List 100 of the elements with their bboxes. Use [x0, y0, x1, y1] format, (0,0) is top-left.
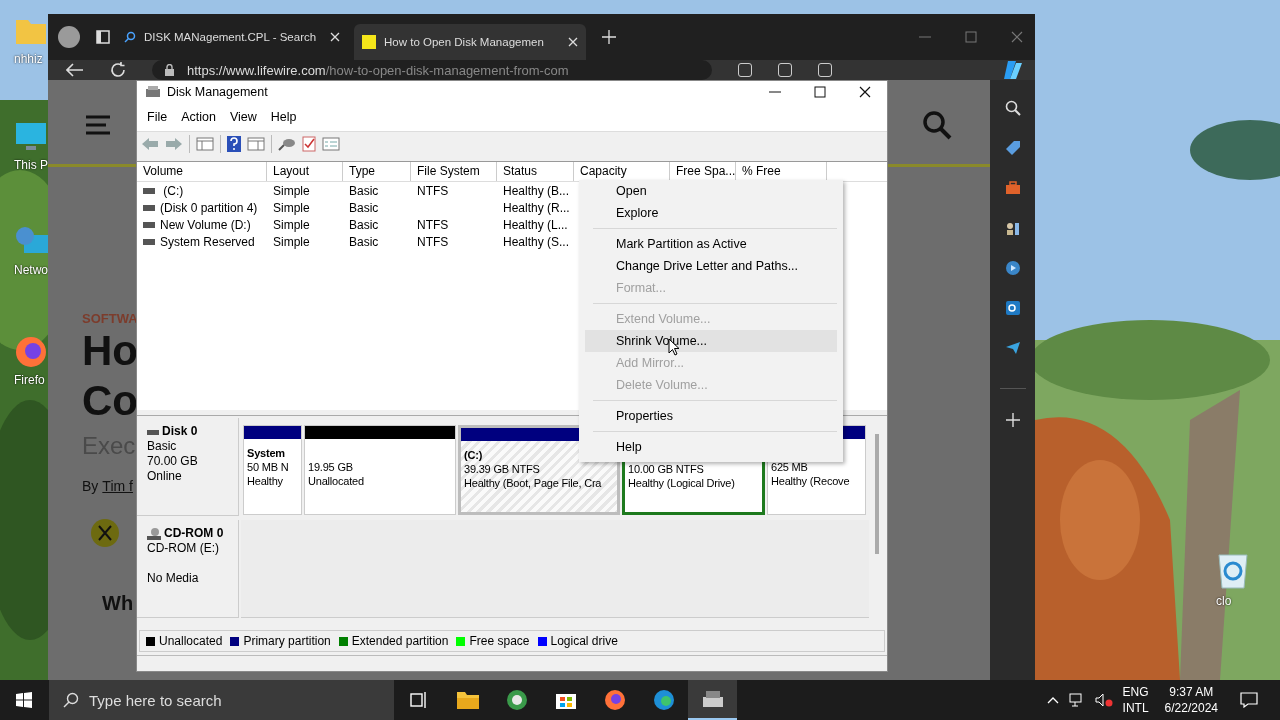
task-view-icon	[409, 691, 428, 709]
site-logo-icon	[362, 35, 376, 49]
column-header[interactable]: Volume	[137, 162, 267, 181]
article-title: Ho	[82, 326, 138, 376]
menu-item[interactable]: View	[229, 110, 257, 124]
browser-tab[interactable]: DISK MANagement.CPL - Search	[116, 21, 348, 53]
table-cell: Simple	[273, 200, 310, 215]
column-header[interactable]: Layout	[267, 162, 343, 181]
menu-icon[interactable]	[86, 115, 110, 135]
column-header[interactable]: Status	[497, 162, 574, 181]
menu-item[interactable]: File	[147, 110, 168, 124]
table-cell[interactable]: System Reserved	[160, 234, 255, 249]
partition-block[interactable]: System 50 MB N Healthy	[243, 425, 302, 515]
notifications-icon[interactable]	[1240, 692, 1258, 708]
maximize-icon[interactable]	[814, 86, 826, 98]
author-link[interactable]: Tim f	[102, 478, 133, 494]
back-icon[interactable]	[66, 63, 84, 77]
column-header[interactable]: File System	[411, 162, 497, 181]
help-icon[interactable]	[227, 136, 241, 152]
windows-logo-icon[interactable]	[16, 692, 32, 708]
address-bar[interactable]: https://www.lifewire.com/how-to-open-disk-management-from-com	[152, 60, 712, 80]
tag-icon[interactable]	[1004, 140, 1021, 156]
table-cell: Healthy (S...	[503, 234, 570, 249]
table-cell: Simple	[273, 217, 310, 232]
drive-icon	[143, 187, 155, 194]
recycle-bin-icon[interactable]	[1216, 552, 1250, 590]
network-icon[interactable]	[1068, 693, 1085, 707]
disk-status: No Media	[147, 571, 200, 586]
section-heading: Wh	[102, 592, 134, 615]
toolbar-icon[interactable]	[778, 63, 792, 77]
disk-app-icon	[145, 85, 161, 99]
table-cell[interactable]: (C:)	[160, 183, 184, 198]
desktop-icon-label[interactable]: This P	[14, 158, 48, 172]
menu-item[interactable]: Action	[181, 110, 216, 124]
byline: By	[82, 478, 99, 494]
table-cell: Simple	[273, 183, 310, 198]
window-title: Disk Management	[167, 85, 268, 99]
legend-label: Free space	[469, 634, 530, 648]
toolbox-icon[interactable]	[1004, 180, 1021, 196]
drive-icon	[143, 204, 155, 211]
paper-plane-icon[interactable]	[1004, 340, 1021, 356]
column-header[interactable]: Type	[343, 162, 411, 181]
muted-speaker-icon[interactable]	[1094, 693, 1113, 707]
firefox-icon	[603, 689, 626, 711]
context-menu-item[interactable]: Properties	[585, 405, 837, 427]
desktop-icon-label[interactable]: Netwo	[14, 263, 48, 277]
partition-block[interactable]: 19.95 GB Unallocated	[304, 425, 456, 515]
properties-icon[interactable]	[247, 137, 265, 151]
table-cell[interactable]: (Disk 0 partition 4)	[160, 200, 258, 215]
legend-label: Logical drive	[550, 634, 618, 648]
desktop-icon-label[interactable]: Firefo	[14, 373, 45, 387]
close-icon[interactable]	[859, 86, 871, 98]
table-cell: Healthy (R...	[503, 200, 570, 215]
cd-drive-icon	[147, 526, 161, 541]
drive-icon	[143, 238, 155, 245]
taskbar-app[interactable]	[688, 680, 737, 720]
search-icon	[63, 692, 79, 708]
toolbar-icon[interactable]	[738, 63, 752, 77]
context-menu-item[interactable]: Explore	[585, 202, 837, 224]
new-tab-icon[interactable]	[602, 30, 616, 44]
scrollbar[interactable]	[875, 434, 879, 554]
context-menu-item[interactable]: Shrink Volume...	[585, 330, 837, 352]
search-field[interactable]: Type here to search	[49, 680, 394, 720]
copilot-icon[interactable]	[1002, 59, 1024, 81]
clock[interactable]: 9:37 AM 6/22/2024	[1164, 684, 1218, 716]
x-logo-icon[interactable]	[90, 518, 120, 548]
menu-item[interactable]: Help	[270, 110, 297, 124]
table-cell[interactable]: New Volume (D:)	[160, 217, 251, 232]
table-cell: Healthy (L...	[503, 217, 568, 232]
browser-tab[interactable]: How to Open Disk Managemen	[354, 24, 586, 60]
disk-size: 70.00 GB	[147, 454, 199, 469]
table-cell: NTFS	[417, 183, 449, 198]
drive-icon	[143, 221, 155, 228]
console-tree-icon[interactable]	[196, 137, 214, 151]
context-menu-item[interactable]: Change Drive Letter and Paths...	[585, 255, 837, 277]
profile-avatar-icon[interactable]	[58, 26, 80, 48]
legend-label: Unallocated	[159, 634, 223, 648]
add-icon[interactable]	[1005, 413, 1020, 427]
outlook-icon[interactable]	[1004, 300, 1021, 316]
lock-icon	[164, 63, 175, 77]
toolbar-icon[interactable]	[818, 63, 832, 77]
search-icon[interactable]	[1004, 100, 1021, 116]
disk-name[interactable]: Disk 0	[162, 424, 198, 439]
table-cell: NTFS	[417, 217, 449, 232]
tab-actions-icon[interactable]	[96, 30, 110, 44]
checklist-icon[interactable]	[302, 136, 316, 152]
chevron-up-icon[interactable]	[1046, 696, 1059, 704]
desktop-icon-label[interactable]: clo	[1216, 594, 1232, 608]
refresh-icon[interactable]	[110, 62, 126, 78]
context-menu-item[interactable]: Mark Partition as Active	[585, 233, 837, 255]
input-language[interactable]: ENG INTL	[1122, 684, 1149, 716]
play-circle-icon[interactable]	[1004, 260, 1021, 276]
legend-label: Primary partition	[243, 634, 331, 648]
disk-name[interactable]: CD-ROM 0	[164, 526, 224, 541]
article-title: Co	[82, 376, 138, 426]
context-menu-item[interactable]: Open	[585, 180, 837, 202]
chess-pieces-icon[interactable]	[1004, 220, 1021, 236]
disk-type: CD-ROM (E:)	[147, 541, 220, 556]
key-icon[interactable]	[278, 137, 296, 151]
search-icon	[124, 31, 136, 43]
